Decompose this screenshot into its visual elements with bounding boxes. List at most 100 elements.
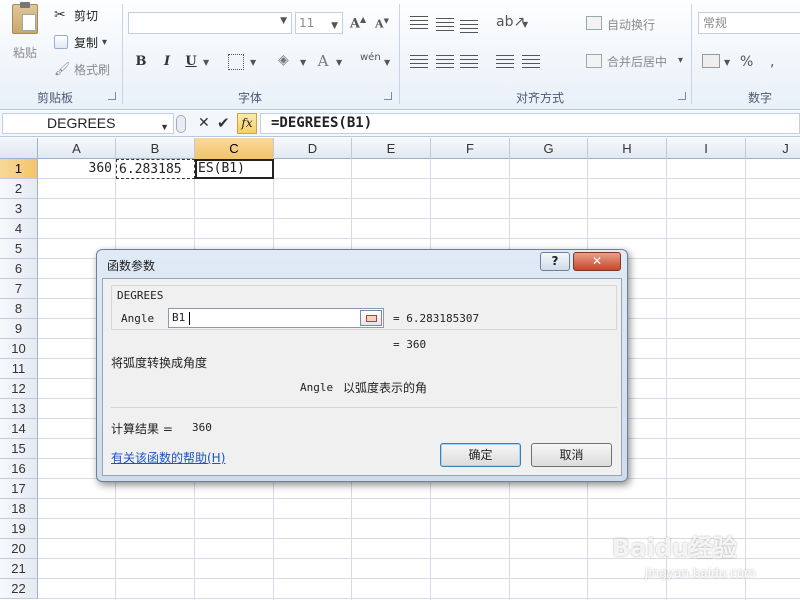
merge-dropdown-arrow[interactable]: ▾ [678,55,683,66]
splitter-handle[interactable] [176,115,186,133]
column-header[interactable]: F [431,138,510,159]
cell-b1[interactable]: 6.283185 [116,159,195,179]
row-header[interactable]: 22 [0,579,38,599]
row-header[interactable]: 3 [0,199,38,219]
copy-button[interactable]: 复制 ▾ [54,33,107,51]
close-button[interactable]: ✕ [573,252,621,271]
chevron-down-icon[interactable]: ▼ [250,58,256,67]
row-header[interactable]: 9 [0,319,38,339]
row-header[interactable]: 19 [0,519,38,539]
merge-center-button[interactable]: 合并后居中 [607,53,667,70]
row-header[interactable]: 13 [0,399,38,419]
font-size-combo[interactable]: 11 ▼ [295,12,343,34]
chevron-down-icon[interactable]: ▼ [384,58,390,67]
function-description: 将弧度转换成角度 [111,356,208,370]
column-header[interactable]: I [667,138,746,159]
font-color-button[interactable]: A [314,52,332,70]
column-header[interactable]: E [352,138,431,159]
number-format-combo[interactable]: 常规 [698,12,800,34]
column-header[interactable]: C [195,138,274,159]
merge-center-icon[interactable] [586,54,602,68]
help-link[interactable]: 有关该函数的帮助(H) [111,449,225,466]
row-header[interactable]: 1 [0,159,38,179]
italic-button[interactable]: I [159,54,175,69]
comma-style-icon[interactable]: , [770,54,774,70]
border-icon[interactable] [228,54,244,70]
column-header[interactable]: B [116,138,195,159]
cancel-formula-button[interactable]: ✕ [198,115,210,131]
cell-c1-active[interactable]: ES(B1) [195,159,274,179]
row-header[interactable]: 16 [0,459,38,479]
format-painter-button[interactable]: 🖌 格式刷 [54,60,110,78]
column-header[interactable]: J [746,138,800,159]
row-header[interactable]: 12 [0,379,38,399]
row-header[interactable]: 18 [0,499,38,519]
row-header[interactable]: 8 [0,299,38,319]
ok-button[interactable]: 确定 [440,443,521,467]
row-header[interactable]: 4 [0,219,38,239]
paste-button[interactable]: 粘贴 [6,2,44,76]
brush-icon: 🖌 [54,61,71,77]
collapse-dialog-icon[interactable] [360,310,382,326]
row-header[interactable]: 20 [0,539,38,559]
row-header[interactable]: 6 [0,259,38,279]
row-header[interactable]: 17 [0,479,38,499]
angle-input-value: B1 [172,311,186,324]
fill-color-icon[interactable]: ◈ [278,52,296,70]
alignment-launcher-icon[interactable] [678,92,686,100]
phonetic-icon[interactable]: wén [360,52,381,70]
align-top-icon[interactable] [410,16,428,30]
row-header[interactable]: 15 [0,439,38,459]
row-header[interactable]: 5 [0,239,38,259]
wrap-text-button[interactable]: 自动换行 [607,16,655,33]
arg-result: = 6.283185307 [393,312,480,325]
formula-input[interactable]: =DEGREES(B1) [260,113,800,134]
copy-dropdown-arrow[interactable]: ▾ [102,37,107,48]
column-header[interactable]: H [588,138,667,159]
decrease-indent-icon[interactable] [496,55,514,69]
chevron-down-icon[interactable]: ▼ [336,58,342,67]
clipboard-launcher-icon[interactable] [108,92,116,100]
chevron-down-icon[interactable]: ▼ [724,58,730,67]
column-header[interactable]: D [274,138,352,159]
row-header[interactable]: 10 [0,339,38,359]
wrap-text-icon[interactable] [586,16,602,30]
percent-button[interactable]: % [740,54,753,70]
angle-input[interactable]: B1 [168,308,384,328]
cut-button[interactable]: ✂ 剪切 [54,6,98,24]
bold-button[interactable]: B [133,54,149,69]
align-bottom-icon[interactable] [460,20,478,34]
number-group-label: 数字 [747,91,772,105]
column-header[interactable]: G [510,138,588,159]
row-header[interactable]: 2 [0,179,38,199]
row-header[interactable]: 11 [0,359,38,379]
font-launcher-icon[interactable] [384,92,392,100]
chevron-down-icon[interactable]: ▼ [300,58,306,67]
align-middle-icon[interactable] [436,18,454,32]
underline-dropdown-icon[interactable]: ▼ [203,58,209,67]
orientation-icon[interactable]: ab↗ [496,14,525,30]
row-header[interactable]: 14 [0,419,38,439]
shrink-font-button[interactable]: A▼ [372,16,392,31]
underline-button[interactable]: U [183,54,199,69]
cell-a1[interactable]: 360 [38,159,114,179]
increase-indent-icon[interactable] [522,55,540,69]
cancel-button[interactable]: 取消 [531,443,612,467]
function-name: DEGREES [117,289,164,302]
insert-function-button[interactable]: fx [237,113,257,134]
row-header[interactable]: 21 [0,559,38,579]
help-button[interactable]: ? [540,252,570,271]
enter-formula-button[interactable]: ✔ [217,114,230,132]
row-header[interactable]: 7 [0,279,38,299]
column-header[interactable]: A [38,138,116,159]
chevron-down-icon[interactable]: ▼ [522,20,528,29]
font-name-combo[interactable]: ▼ [128,12,292,34]
align-right-icon[interactable] [460,55,478,69]
align-center-icon[interactable] [436,55,454,69]
divider [399,4,400,104]
grow-font-button[interactable]: A▲ [348,14,368,31]
name-box[interactable]: DEGREES ▼ [2,113,174,134]
currency-icon[interactable] [702,54,720,68]
align-left-icon[interactable] [410,55,428,69]
select-all-corner[interactable] [0,138,38,159]
